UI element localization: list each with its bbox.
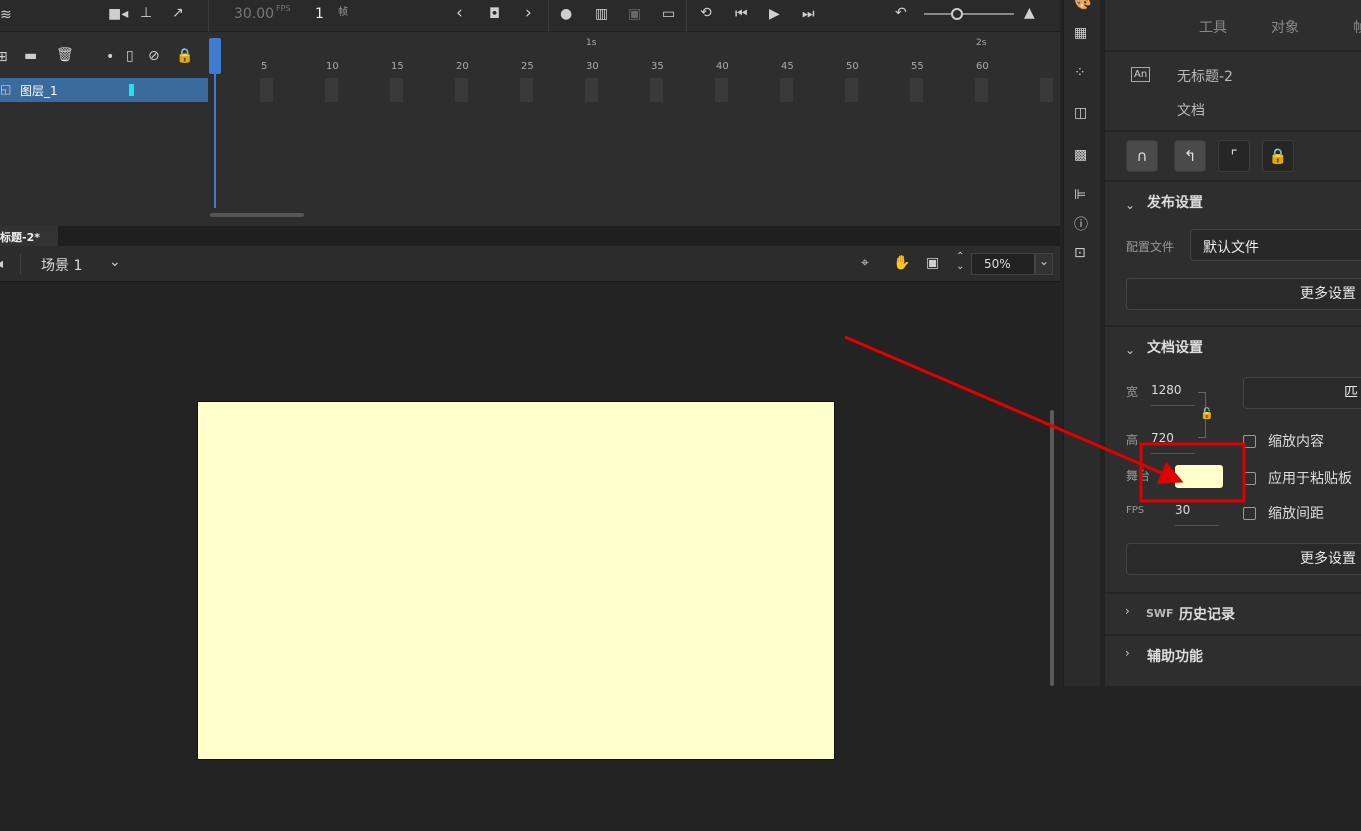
annotation-box xyxy=(1139,442,1246,503)
annotation-arrow xyxy=(844,335,1184,484)
annotation-overlay xyxy=(844,335,1246,503)
